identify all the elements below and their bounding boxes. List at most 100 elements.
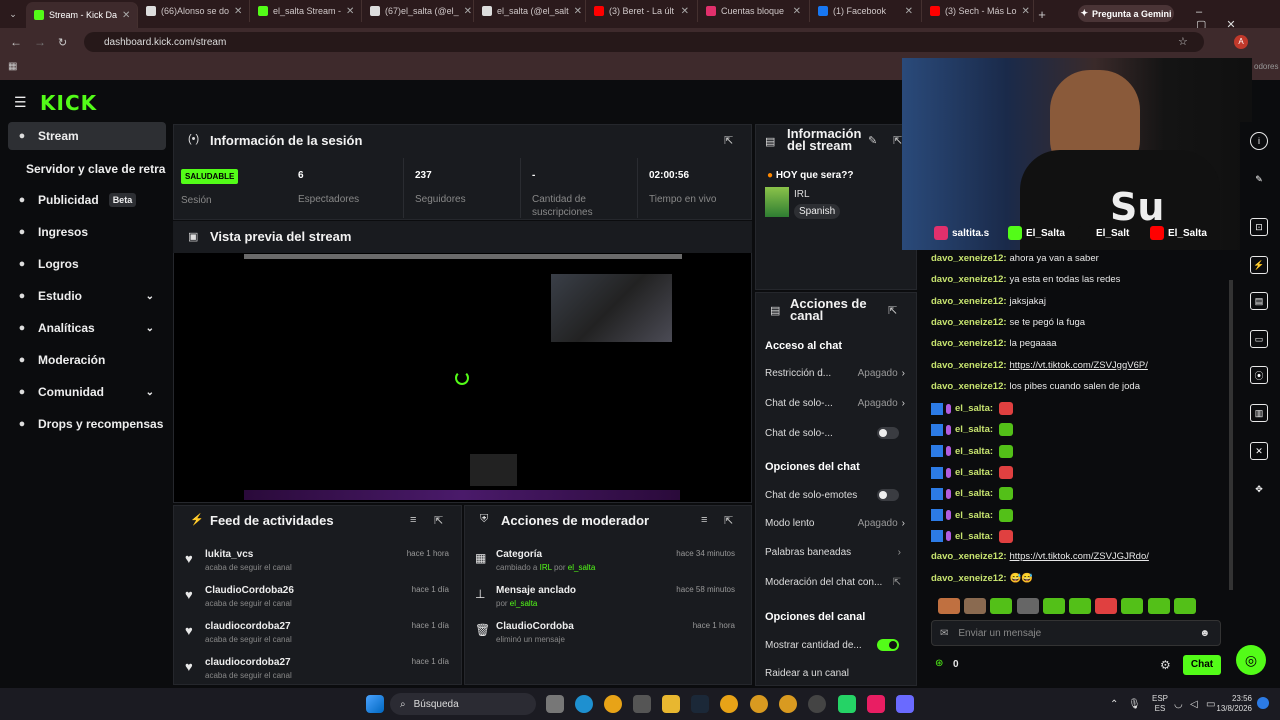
taskbar-search[interactable]: ⌕ Búsqueda	[390, 693, 536, 715]
category-label[interactable]: IRL	[794, 189, 810, 200]
browser-tab[interactable]: (66)Alonso se do ✕	[138, 0, 250, 22]
windows-start-icon[interactable]	[366, 695, 384, 713]
clock[interactable]: 23:56 13/8/2026	[1214, 694, 1252, 714]
sidebar-item-broadcast-icon[interactable]: ● Stream	[8, 122, 166, 150]
sidebar-item-server[interactable]: Servidor y clave de retransm	[8, 155, 166, 183]
chrome-2-icon[interactable]	[750, 695, 768, 713]
edit-icon[interactable]: ✎	[868, 134, 877, 147]
kick-logo[interactable]: KICK	[40, 91, 97, 115]
explorer-icon[interactable]	[662, 695, 680, 713]
chat-username[interactable]: davo_xeneize12:	[931, 551, 1007, 562]
mod-sub-user[interactable]: el_salta	[568, 563, 596, 572]
subs-only-toggle[interactable]	[877, 427, 899, 439]
apps-icon[interactable]: ▦	[8, 61, 17, 72]
chat-username[interactable]: el_salta:	[955, 403, 993, 414]
tiktok-icon[interactable]	[867, 695, 885, 713]
whatsapp-icon[interactable]	[838, 695, 856, 713]
sidebar-item-ad-icon[interactable]: ● Publicidad Beta	[8, 186, 166, 214]
chat-username[interactable]: davo_xeneize12:	[931, 296, 1007, 307]
browser-tab[interactable]: el_salta (@el_salt ✕	[474, 0, 586, 22]
notification-icon[interactable]	[1257, 697, 1269, 709]
volume-icon[interactable]: ◁	[1190, 699, 1198, 710]
chat-input[interactable]: ✉ Enviar un mensaje ☻	[931, 620, 1221, 646]
chat-send-button[interactable]: Chat	[1183, 655, 1221, 675]
bookmark-item[interactable]: odores	[1254, 62, 1278, 71]
restriction-option[interactable]: Restricción d... Apagado ›	[765, 368, 905, 379]
emote-picker-item[interactable]	[1147, 598, 1170, 614]
tab-close-icon[interactable]: ✕	[234, 6, 242, 17]
obs-icon[interactable]	[808, 695, 826, 713]
tab-close-icon[interactable]: ✕	[681, 6, 689, 17]
sidebar-item-wrench-icon[interactable]: ● Moderación	[8, 346, 166, 374]
tab-close-icon[interactable]: ✕	[346, 6, 354, 17]
browser-tab[interactable]: Stream - Kick Da ✕	[26, 2, 138, 28]
browser-tab[interactable]: (67)el_salta (@el_ ✕	[362, 0, 474, 22]
sidebar-item-chart-icon[interactable]: ● Analíticas ⌄	[8, 314, 166, 342]
chat-username[interactable]: davo_xeneize12:	[931, 338, 1007, 349]
document-icon[interactable]: ▤	[1250, 292, 1268, 310]
browser-tab[interactable]: (3) Sech - Más Lo ✕	[922, 0, 1034, 22]
menu-icon[interactable]: ☰	[14, 94, 27, 111]
tab-close-icon[interactable]: ✕	[905, 6, 913, 17]
help-chat-button[interactable]: ◎	[1236, 645, 1266, 675]
chat-username[interactable]: davo_xeneize12:	[931, 360, 1007, 371]
mod-popout-icon[interactable]: ⇱	[724, 514, 733, 527]
sidebar-item-community-icon[interactable]: ● Comunidad ⌄	[8, 378, 166, 406]
emote-picker-item[interactable]	[1016, 598, 1039, 614]
crop-icon[interactable]: ⊡	[1250, 218, 1268, 236]
slow-mode-option[interactable]: Modo lento Apagado ›	[765, 518, 905, 529]
language-indicator[interactable]: ESP ES	[1152, 694, 1168, 714]
chat-link[interactable]: https://vt.tiktok.com/ZSVJggV6P/	[1010, 360, 1148, 371]
zap-icon[interactable]: ⚡	[1250, 256, 1268, 274]
chat-username[interactable]: davo_xeneize12:	[931, 274, 1007, 285]
chat-username[interactable]: el_salta:	[955, 531, 993, 542]
chat-username[interactable]: el_salta:	[955, 488, 993, 499]
pen-icon[interactable]: ✎	[1250, 170, 1268, 188]
browser-tab[interactable]: Cuentas bloque ✕	[698, 0, 810, 22]
broadcast-side-icon[interactable]: ⦿	[1250, 366, 1268, 384]
banned-words-option[interactable]: Palabras baneadas ›	[765, 547, 905, 558]
tab-list-icon[interactable]: ⌄	[0, 9, 26, 20]
raid-option[interactable]: Raidear a un canal	[765, 668, 905, 679]
edge-icon[interactable]	[575, 695, 593, 713]
emotes-only-toggle[interactable]	[877, 489, 899, 501]
emote-picker-item[interactable]	[964, 598, 987, 614]
chat-username[interactable]: davo_xeneize12:	[931, 317, 1007, 328]
task-view-icon[interactable]	[546, 695, 564, 713]
wifi-icon[interactable]: ◡	[1174, 699, 1183, 710]
chat-link[interactable]: https://vt.tiktok.com/ZSVJGJRdo/	[1010, 551, 1149, 562]
steam-icon[interactable]	[691, 695, 709, 713]
gemini-button[interactable]: ✦ Pregunta a Gemini	[1078, 5, 1174, 22]
chat-username[interactable]: el_salta:	[955, 467, 993, 478]
chat-scrollbar[interactable]	[1229, 280, 1233, 590]
chrome-active-icon[interactable]	[720, 695, 738, 713]
browser-tab[interactable]: (3) Beret - La últ ✕	[586, 0, 698, 22]
sidebar-item-trophy-icon[interactable]: ● Logros	[8, 250, 166, 278]
reload-icon[interactable]: ↻	[58, 36, 67, 49]
browser-tab[interactable]: el_salta Stream - ✕	[250, 0, 362, 22]
tray-chevron-icon[interactable]: ⌃	[1110, 699, 1118, 710]
popout-icon[interactable]: ⇱	[724, 134, 733, 147]
sidebar-item-money-icon[interactable]: ● Ingresos	[8, 218, 166, 246]
chat-username[interactable]: el_salta:	[955, 446, 993, 457]
sidebar-item-studio-icon[interactable]: ● Estudio ⌄	[8, 282, 166, 310]
mic-icon[interactable]: 🎙	[1128, 699, 1141, 710]
browser-tab[interactable]: (1) Facebook ✕	[810, 0, 922, 22]
channel-popout-icon[interactable]: ⇱	[888, 304, 897, 317]
mod-filter-icon[interactable]: ≡	[701, 514, 707, 526]
tools-icon[interactable]: ✕	[1250, 442, 1268, 460]
tab-close-icon[interactable]: ✕	[122, 10, 130, 21]
emote-picker-item[interactable]	[1173, 598, 1196, 614]
tab-close-icon[interactable]: ✕	[793, 6, 801, 17]
tab-close-icon[interactable]: ✕	[574, 6, 582, 17]
emoji-icon[interactable]: ☻	[1199, 628, 1210, 639]
new-tab-button[interactable]: +	[1034, 7, 1050, 22]
info-circle-icon[interactable]: i	[1250, 132, 1268, 150]
tab-close-icon[interactable]: ✕	[1022, 6, 1030, 17]
feed-popout-icon[interactable]: ⇱	[434, 514, 443, 527]
chrome-3-icon[interactable]	[779, 695, 797, 713]
sidebar-item-gift-icon[interactable]: ● Drops y recompensas	[8, 410, 166, 438]
emote-picker-item[interactable]	[1069, 598, 1091, 614]
chrome-icon[interactable]	[604, 695, 622, 713]
emote-picker-item[interactable]	[1095, 598, 1118, 614]
